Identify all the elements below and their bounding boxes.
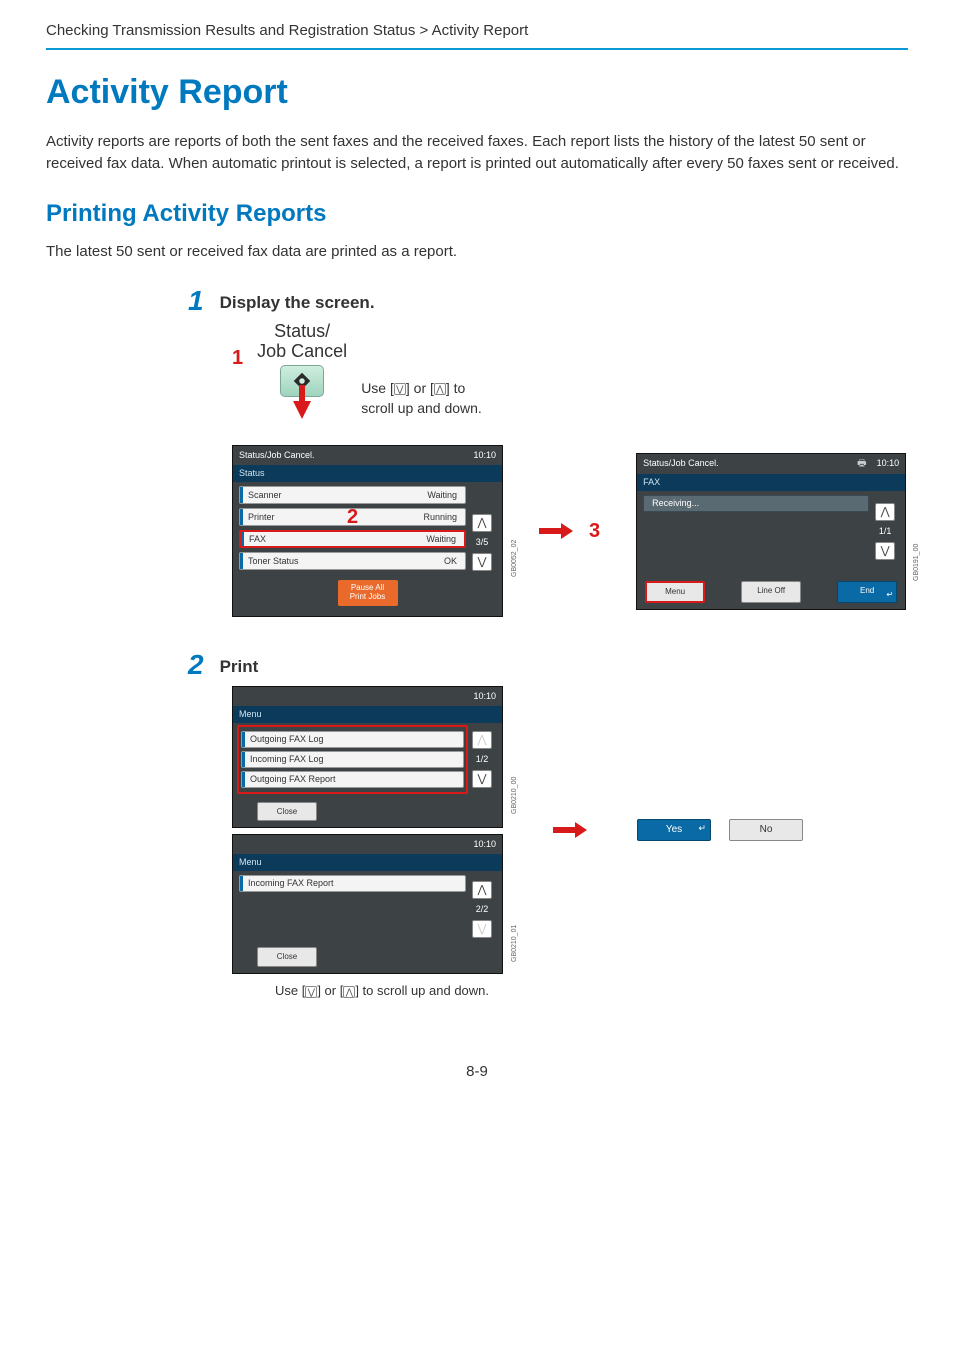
- step-2-body: 10:10 Menu Outgoing FAX Log Incoming FAX…: [232, 686, 908, 1001]
- step-2-header: 2 Print: [188, 651, 908, 680]
- hardkey-label-1: Status/: [274, 321, 330, 341]
- step-number-2: 2: [188, 651, 204, 679]
- menu1-time: 10:10: [473, 690, 496, 703]
- step-1-body: 1 Status/Job Cancel Use [⋁] or [⋀] toscr…: [232, 322, 908, 617]
- incoming-fax-report-item[interactable]: Incoming FAX Report: [239, 875, 466, 892]
- scroll-down-button[interactable]: ⋁: [472, 920, 492, 938]
- status-row-scanner[interactable]: ScannerWaiting: [239, 486, 466, 504]
- status-row-fax[interactable]: FAXWaiting: [239, 530, 466, 548]
- red-down-arrow-icon: [293, 401, 311, 419]
- scroll-down-button[interactable]: ⋁: [472, 770, 492, 788]
- status-job-cancel-key[interactable]: Status/Job Cancel: [257, 322, 347, 436]
- scroll-instruction: Use [⋁] or [⋀] toscroll up and down.: [361, 322, 482, 419]
- lcd-right-time: 10:10: [877, 457, 900, 470]
- enter-icon: ↵: [698, 818, 706, 838]
- close-button[interactable]: Close: [257, 947, 317, 967]
- chevron-up-icon: ⋀: [343, 986, 355, 998]
- callout-3: 3: [589, 517, 600, 546]
- status-row-printer[interactable]: Printer2Running: [239, 508, 466, 526]
- chevron-up-icon: ⋀: [434, 383, 446, 395]
- lcd-right-title: Status/Job Cancel.: [643, 457, 719, 472]
- no-button[interactable]: No: [729, 819, 803, 841]
- lcd-left-title: Status/Job Cancel.: [239, 449, 315, 462]
- hardkey-label-2: Job Cancel: [257, 341, 347, 361]
- step-1-header: 1 Display the screen.: [188, 287, 908, 316]
- menu2-time: 10:10: [473, 838, 496, 851]
- chevron-down-icon: ⋁: [305, 986, 317, 998]
- outgoing-fax-log-item[interactable]: Outgoing FAX Log: [241, 731, 464, 748]
- chevron-down-icon: ⋁: [394, 383, 406, 395]
- menu-panel-page1: 10:10 Menu Outgoing FAX Log Incoming FAX…: [232, 686, 503, 829]
- scroll-up-button[interactable]: ⋀: [875, 503, 895, 521]
- lcd-status-panel: Status/Job Cancel. 10:10 Status ScannerW…: [232, 445, 503, 617]
- scroll-up-button[interactable]: ⋀: [472, 514, 492, 532]
- section-heading: Printing Activity Reports: [46, 197, 908, 232]
- lcd-right-subhead: FAX: [637, 474, 905, 491]
- outgoing-fax-report-item[interactable]: Outgoing FAX Report: [241, 771, 464, 788]
- status-row-toner[interactable]: Toner StatusOK: [239, 552, 466, 570]
- menu2-subhead: Menu: [233, 854, 502, 871]
- step-number-1: 1: [188, 287, 204, 315]
- lcd-left-code: GB0052_02: [510, 540, 520, 577]
- incoming-fax-log-item[interactable]: Incoming FAX Log: [241, 751, 464, 768]
- scroll-down-button[interactable]: ⋁: [875, 542, 895, 560]
- intro-paragraph: Activity reports are reports of both the…: [46, 131, 908, 175]
- header-rule: [46, 48, 908, 50]
- red-right-arrow-icon: [539, 523, 573, 539]
- close-button[interactable]: Close: [257, 802, 317, 822]
- receiving-row: Receiving...: [643, 495, 869, 512]
- lcd-left-pager: 3/5: [476, 536, 489, 549]
- yes-button[interactable]: Yes↵: [637, 819, 711, 841]
- breadcrumb: Checking Transmission Results and Regist…: [46, 20, 908, 48]
- menu2-code: GB0210_01: [510, 925, 520, 962]
- scroll-down-button[interactable]: ⋁: [472, 553, 492, 571]
- scroll-up-button[interactable]: ⋀: [472, 731, 492, 749]
- callout-2: 2: [347, 503, 358, 532]
- callout-1: 1: [232, 347, 243, 369]
- menu1-subhead: Menu: [233, 706, 502, 723]
- menu1-code: GB0210_00: [510, 776, 520, 813]
- scroll-caption: Use [⋁] or [⋀] to scroll up and down.: [232, 982, 532, 1001]
- red-right-arrow-icon: [553, 822, 587, 838]
- menu-button[interactable]: Menu: [645, 581, 705, 603]
- lcd-left-time: 10:10: [473, 449, 496, 462]
- lcd-right-pager: 1/1: [879, 525, 892, 538]
- printer-icon: 🖶: [857, 457, 866, 472]
- scroll-up-button[interactable]: ⋀: [472, 881, 492, 899]
- line-off-button[interactable]: Line Off: [741, 581, 801, 603]
- pause-all-print-jobs-button[interactable]: Pause All Print Jobs: [338, 580, 398, 606]
- step-1-title: Display the screen.: [220, 287, 375, 316]
- step-2-title: Print: [220, 651, 259, 680]
- menu-panel-page2: 10:10 Menu Incoming FAX Report ⋀ 2/2 ⋁ C…: [232, 834, 503, 974]
- end-button[interactable]: End↵: [837, 581, 897, 603]
- menu2-pager: 2/2: [476, 903, 489, 916]
- confirm-dialog-buttons: Yes↵ No: [637, 819, 803, 841]
- page-title: Activity Report: [46, 68, 908, 117]
- menu1-pager: 1/2: [476, 753, 489, 766]
- lcd-left-subhead: Status: [233, 465, 502, 482]
- lcd-fax-panel: Status/Job Cancel. 🖶 10:10 FAX Receiving.…: [636, 453, 906, 610]
- section-intro: The latest 50 sent or received fax data …: [46, 241, 908, 263]
- page-number: 8-9: [46, 1061, 908, 1083]
- lcd-right-code: GB0191_00: [912, 543, 922, 580]
